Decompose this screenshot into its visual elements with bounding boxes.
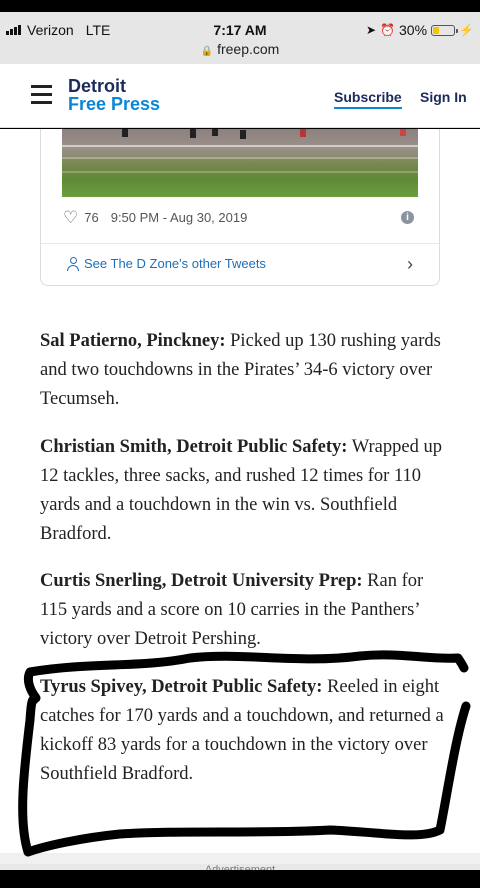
tweet-timestamp[interactable]: 9:50 PM - Aug 30, 2019 [111,210,248,225]
url-bar[interactable]: 🔒 freep.com [0,41,480,57]
hamburger-menu-icon[interactable] [31,85,52,105]
person-icon [67,256,79,271]
player-paragraph: Curtis Snerling, Detroit University Prep… [40,567,450,654]
article-content: ♡ 76 9:50 PM - Aug 30, 2019 i See The D … [0,129,480,853]
bottom-bezel [0,870,480,888]
battery-percent: 30% [399,22,428,38]
status-bar: Verizon LTE 7:17 AM 🔒 freep.com ➤ ⏰ 30% ⚡ [0,12,480,64]
site-logo[interactable]: Detroit Free Press [68,77,160,113]
like-count: 76 [84,210,99,225]
logo-line-1: Detroit [68,76,126,96]
battery-fill [433,26,440,34]
see-other-tweets-label: See The D Zone's other Tweets [84,256,266,271]
tweet-meta: ♡ 76 9:50 PM - Aug 30, 2019 [63,209,248,226]
player-paragraph: Tyrus Spivey, Detroit Public Safety: Ree… [40,673,450,789]
player-name: Sal Patierno, Pinckney: [40,331,226,351]
player-paragraph: Christian Smith, Detroit Public Safety: … [40,433,450,549]
alarm-icon: ⏰ [380,23,396,37]
top-bezel [0,0,480,12]
location-arrow-icon: ➤ [366,23,377,37]
player-name: Christian Smith, Detroit Public Safety: [40,437,348,457]
url-text: freep.com [217,41,280,57]
tweet-photo[interactable] [62,129,418,197]
chevron-right-icon[interactable]: › [407,254,413,275]
logo-line-2: Free Press [68,94,161,114]
heart-icon[interactable]: ♡ [63,209,78,226]
see-other-tweets-link[interactable]: See The D Zone's other Tweets [67,256,266,271]
battery-icon [431,24,459,36]
player-paragraph: Sal Patierno, Pinckney: Picked up 130 ru… [40,327,450,414]
subscribe-link[interactable]: Subscribe [334,89,402,109]
charging-bolt-icon: ⚡ [459,23,474,37]
lock-icon: 🔒 [200,46,214,57]
player-name: Tyrus Spivey, Detroit Public Safety: [40,677,323,697]
info-icon[interactable]: i [401,211,414,224]
sign-in-link[interactable]: Sign In [420,89,467,105]
site-header: Detroit Free Press Subscribe Sign In [0,64,480,128]
status-icons: ➤ ⏰ 30% ⚡ [366,22,474,38]
player-name: Curtis Snerling, Detroit University Prep… [40,571,363,591]
tweet-divider [41,243,439,244]
embedded-tweet[interactable]: ♡ 76 9:50 PM - Aug 30, 2019 i See The D … [40,129,440,286]
